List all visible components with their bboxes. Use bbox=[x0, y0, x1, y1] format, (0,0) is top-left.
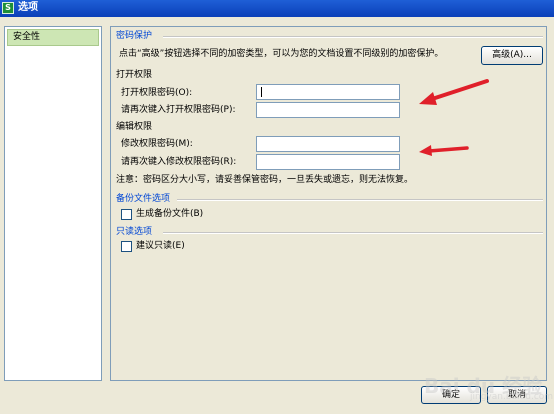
advanced-button[interactable]: 高级(A)... bbox=[481, 46, 543, 65]
section-title-password-protection: 密码保护 bbox=[116, 31, 153, 41]
wps-app-icon: S bbox=[2, 2, 14, 14]
password-note: 注意：密码区分大小写，请妥善保管密码，一旦丢失或遗忘，则无法恢复。 bbox=[116, 175, 414, 185]
open-password-confirm-field[interactable] bbox=[256, 102, 400, 118]
section-divider bbox=[163, 36, 543, 38]
backup-checkbox[interactable] bbox=[121, 209, 132, 220]
edit-password-confirm-field[interactable] bbox=[256, 154, 400, 170]
open-password-confirm-label: 请再次键入打开权限密码(P): bbox=[121, 105, 236, 115]
readonly-checkbox-label[interactable]: 建议只读(E) bbox=[136, 241, 185, 252]
dialog-body: 安全性 密码保护 点击“高级”按钮选择不同的加密类型，可以为您的文档设置不同级别… bbox=[0, 17, 554, 414]
edit-password-field[interactable] bbox=[256, 136, 400, 152]
baidu-watermark-url: jingyan.baidu.com bbox=[470, 392, 554, 402]
section-divider bbox=[163, 232, 543, 234]
edit-password-label: 修改权限密码(M): bbox=[121, 139, 193, 149]
edit-password-confirm-label: 请再次键入修改权限密码(R): bbox=[121, 157, 237, 167]
open-permission-heading: 打开权限 bbox=[116, 70, 153, 80]
section-title-backup: 备份文件选项 bbox=[116, 194, 171, 204]
section-divider bbox=[177, 199, 543, 201]
readonly-checkbox[interactable] bbox=[121, 241, 132, 252]
red-arrow-annotation bbox=[419, 79, 489, 105]
red-arrow-annotation bbox=[419, 145, 469, 156]
title-bar: S 选项 bbox=[0, 0, 554, 17]
edit-permission-heading: 编辑权限 bbox=[116, 122, 153, 132]
open-password-field[interactable] bbox=[256, 84, 400, 100]
backup-checkbox-label[interactable]: 生成备份文件(B) bbox=[136, 209, 203, 220]
section-title-readonly: 只读选项 bbox=[116, 227, 153, 237]
encryption-description: 点击“高级”按钮选择不同的加密类型，可以为您的文档设置不同级别的加密保护。 bbox=[119, 49, 444, 59]
window-title: 选项 bbox=[18, 2, 38, 13]
text-caret bbox=[261, 87, 262, 97]
open-password-label: 打开权限密码(O): bbox=[121, 88, 193, 98]
options-sidebar: 安全性 bbox=[4, 26, 102, 381]
sidebar-item-security[interactable]: 安全性 bbox=[7, 29, 99, 46]
